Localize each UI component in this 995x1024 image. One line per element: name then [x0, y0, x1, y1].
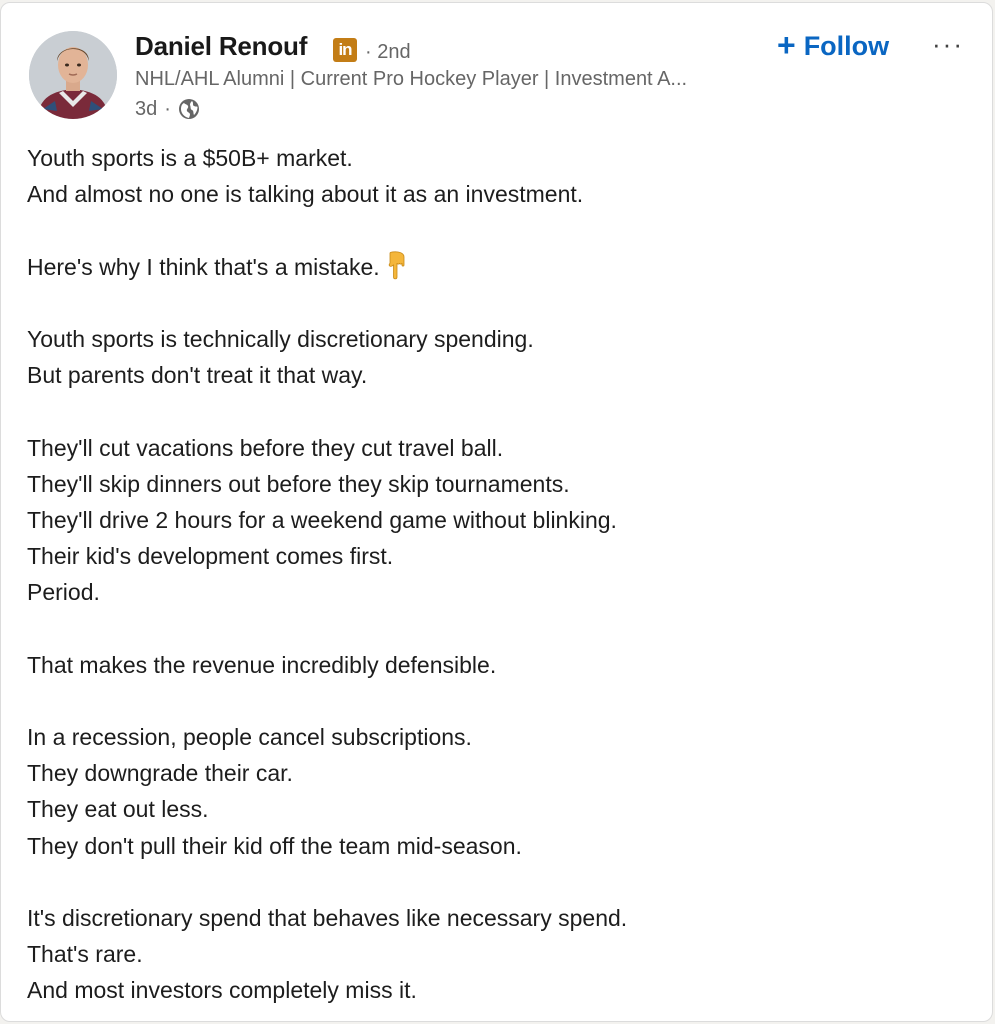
post-line	[27, 610, 967, 646]
post-line: In a recession, people cancel subscripti…	[27, 724, 472, 750]
more-options-button[interactable]: ···	[927, 29, 969, 59]
avatar[interactable]	[29, 31, 117, 119]
post-meta: 3d ·	[135, 97, 200, 121]
linkedin-premium-badge-icon: in	[333, 38, 357, 62]
pointing-down-hand-icon	[386, 250, 408, 281]
post-line: They'll skip dinners out before they ski…	[27, 470, 570, 497]
post-line: Youth sports is a $50B+ market.	[27, 145, 353, 171]
post-line: They downgrade their car.	[27, 760, 293, 787]
post-line: And most investors completely miss it.	[27, 977, 417, 1004]
post-line	[27, 285, 967, 321]
avatar-photo	[29, 31, 117, 119]
post-line: And almost no one is talking about it as…	[27, 181, 584, 208]
post-line	[27, 683, 967, 719]
globe-icon	[178, 98, 200, 120]
author-headline: NHL/AHL Alumni | Current Pro Hockey Play…	[135, 68, 688, 90]
plus-icon: +	[777, 26, 796, 63]
post-line: Their kid's development comes first.	[27, 543, 394, 570]
post-line: That's rare.	[27, 941, 143, 968]
post-line: Period.	[27, 579, 100, 606]
post-line-with-emoji: Here's why I think that's a mistake.	[27, 249, 967, 285]
post-line	[27, 212, 967, 248]
post-line: They don't pull their kid off the team m…	[27, 832, 522, 859]
connection-degree: · 2nd	[365, 41, 411, 63]
post-line: They'll cut vacations before they cut tr…	[27, 434, 504, 461]
post-line	[27, 393, 967, 429]
post-line: It's discretionary spend that behaves li…	[27, 904, 628, 931]
post-line: Youth sports is technically discretionar…	[27, 325, 534, 352]
post-line-text: Here's why I think that's a mistake.	[27, 253, 380, 280]
post-line	[27, 864, 967, 900]
meta-separator: ·	[164, 97, 171, 120]
follow-button[interactable]: + Follow	[773, 27, 893, 65]
post-card: Daniel Renouf in · 2nd NHL/AHL Alumni | …	[0, 2, 993, 1022]
follow-label: Follow	[803, 30, 890, 61]
post-line: They eat out less.	[27, 796, 209, 823]
post-line: They'll drive 2 hours for a weekend game…	[27, 506, 617, 533]
post-line: But parents don't treat it that way.	[27, 362, 368, 389]
post-line: That makes the revenue incredibly defens…	[27, 651, 497, 678]
post-time: 3d	[135, 97, 158, 120]
author-name[interactable]: Daniel Renouf	[135, 31, 307, 62]
post-text: Youth sports is a $50B+ market. And almo…	[27, 140, 967, 1009]
